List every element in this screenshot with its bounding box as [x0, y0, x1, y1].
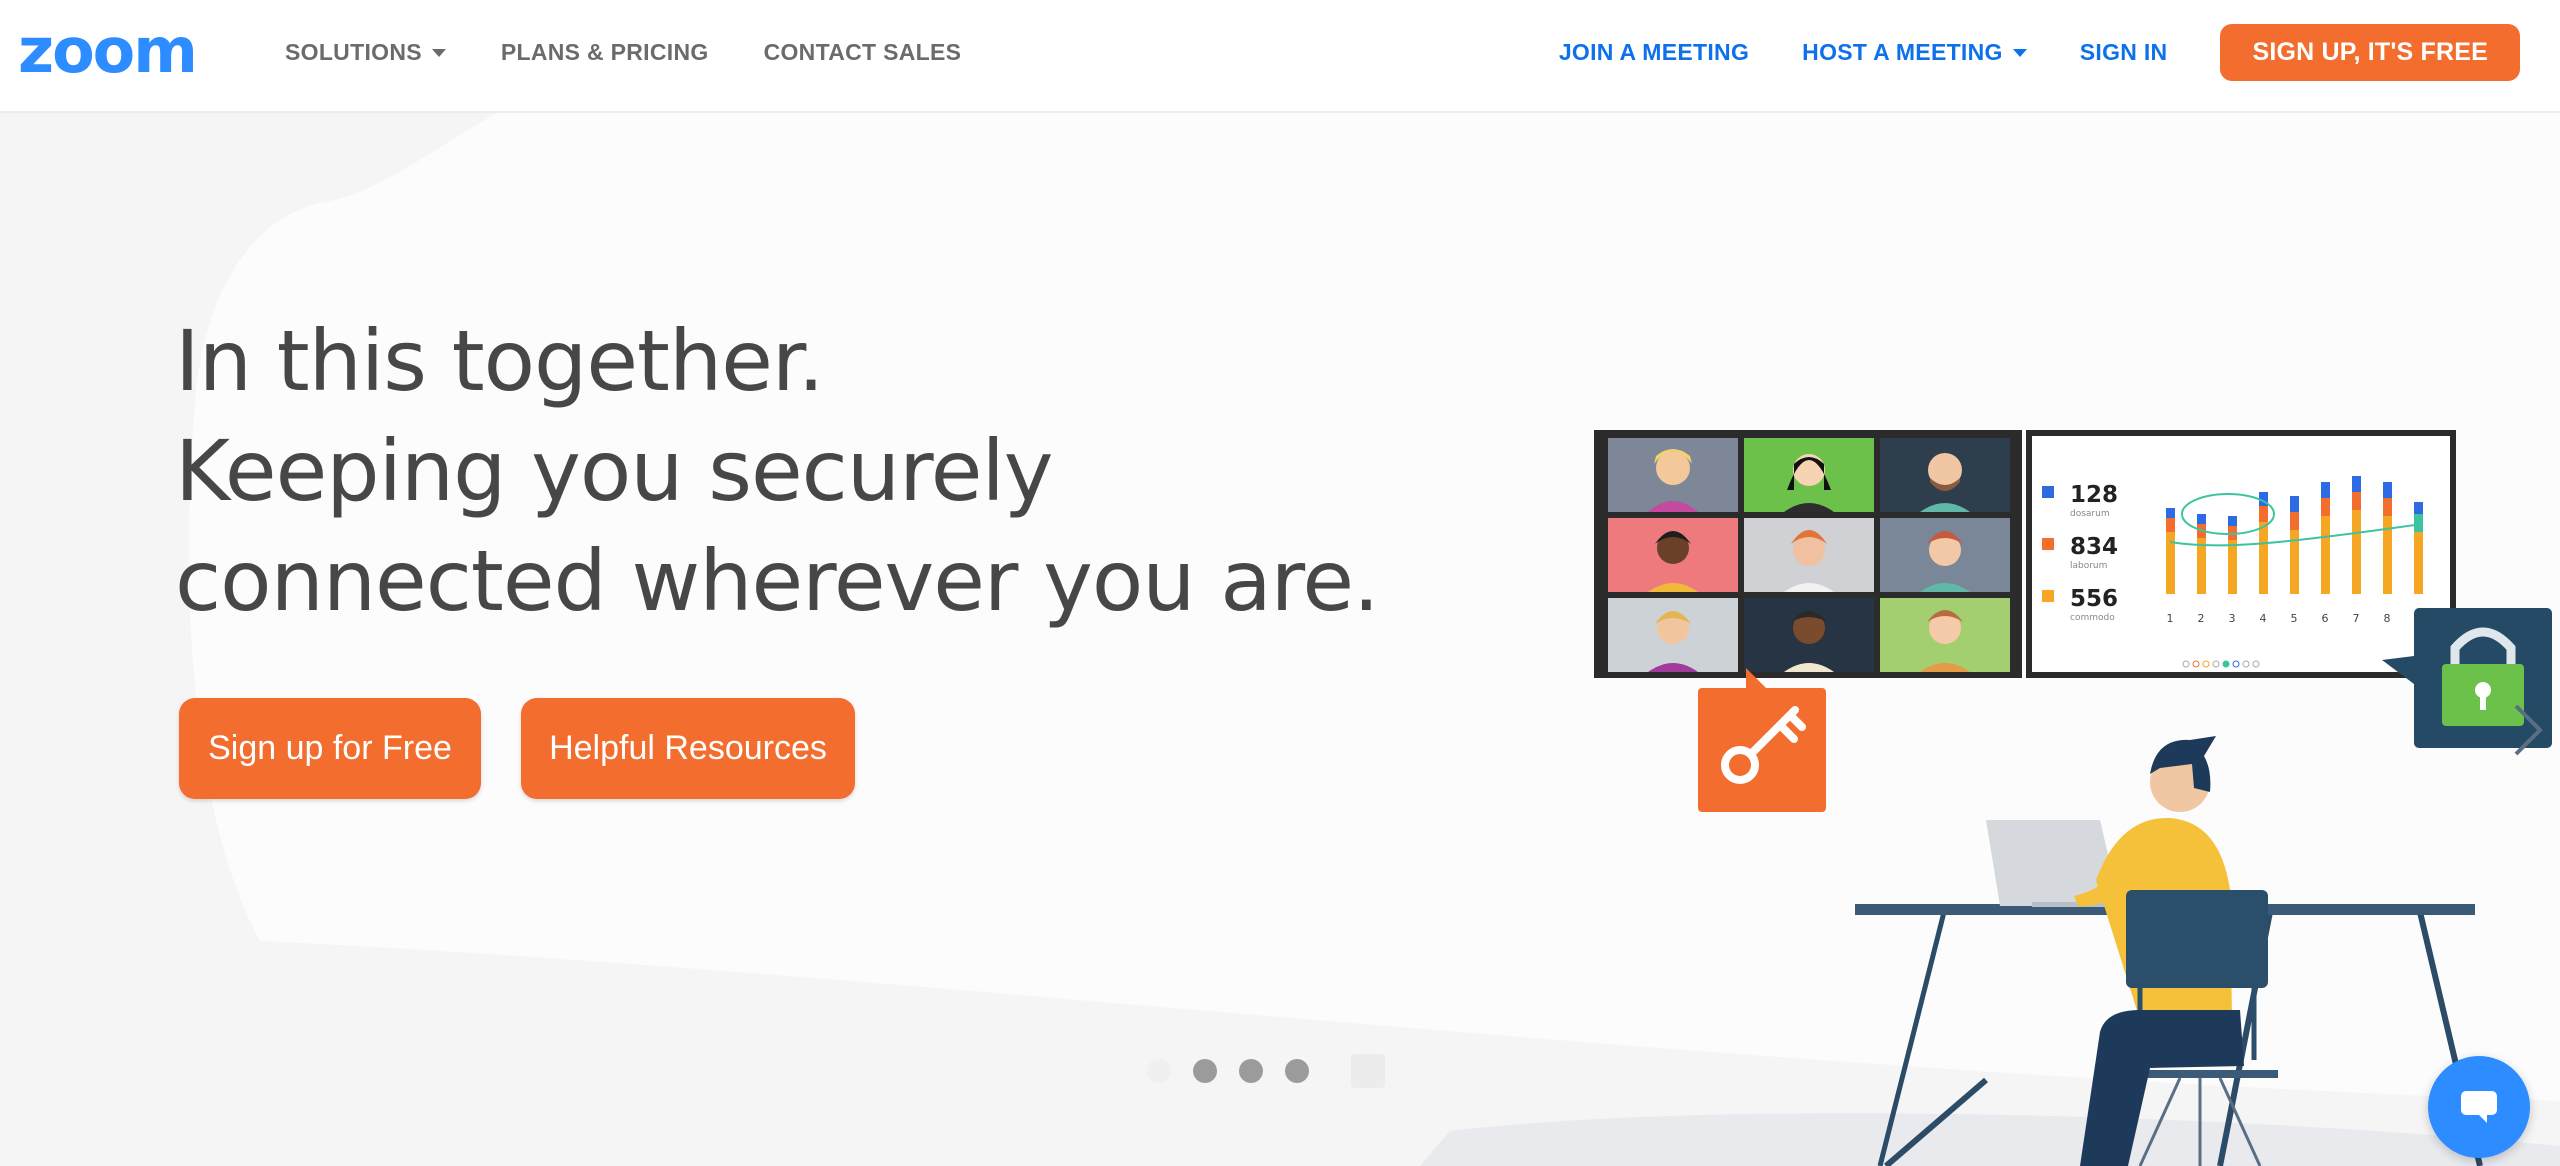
chart-x-label: 2: [2198, 612, 2205, 625]
top-nav-bar: zoom SOLUTIONS PLANS & PRICING CONTACT S…: [0, 0, 2560, 113]
account-nav: JOIN A MEETING HOST A MEETING SIGN IN SI…: [1559, 0, 2520, 104]
chart-x-label: 6: [2322, 612, 2329, 625]
carousel-dot[interactable]: [1239, 1059, 1263, 1083]
stat-label-1: dosarum: [2070, 509, 2110, 519]
stat-value-2: 834: [2070, 534, 2118, 560]
carousel-dots: [1147, 1054, 1385, 1088]
nav-sign-in-label: SIGN IN: [2079, 38, 2168, 65]
chart-x-label: 4: [2260, 612, 2267, 625]
zoom-logo[interactable]: zoom: [18, 24, 224, 80]
nav-host-meeting-label: HOST A MEETING: [1802, 38, 2003, 65]
chat-button[interactable]: [2428, 1056, 2530, 1158]
stat-value-3: 556: [2070, 586, 2118, 612]
logo-text: zoom: [18, 24, 196, 80]
signup-free-cta-label: Sign up for Free: [208, 729, 452, 767]
analytics-screen: 128 dosarum 834 laborum 556 commodo 1 2 …: [2026, 430, 2456, 678]
nav-join-meeting[interactable]: JOIN A MEETING: [1559, 39, 1749, 66]
chevron-down-icon: [2012, 49, 2027, 57]
video-grid-screen: [1594, 430, 2022, 678]
chart-x-label: 8: [2384, 612, 2391, 625]
chevron-down-icon: [431, 49, 446, 57]
nav-solutions[interactable]: SOLUTIONS: [285, 39, 446, 66]
signup-free-label: SIGN UP, IT'S FREE: [2252, 37, 2488, 66]
headline-line-1: In this together.: [175, 312, 824, 410]
chart-x-label: 5: [2291, 612, 2298, 625]
nav-sign-in[interactable]: SIGN IN: [2080, 39, 2168, 66]
helpful-resources-label: Helpful Resources: [549, 729, 827, 767]
chart-x-label: 1: [2167, 612, 2174, 625]
nav-plans-pricing[interactable]: PLANS & PRICING: [501, 39, 709, 66]
carousel-dot[interactable]: [1193, 1059, 1217, 1083]
headline-line-3: connected wherever you are.: [175, 532, 1380, 630]
stat-label-2: laborum: [2070, 561, 2107, 571]
carousel-dot[interactable]: [1285, 1059, 1309, 1083]
nav-contact-sales-label: CONTACT SALES: [763, 38, 962, 65]
person-at-desk: [1855, 736, 2483, 1166]
helpful-resources-button[interactable]: Helpful Resources: [521, 698, 855, 799]
headline-line-2: Keeping you securely: [175, 422, 1054, 520]
key-icon: [1698, 668, 1826, 812]
chevron-right-icon[interactable]: [2508, 700, 2548, 760]
nav-solutions-label: SOLUTIONS: [285, 38, 422, 65]
hero-headline: In this together. Keeping you securely c…: [175, 306, 1380, 636]
stat-value-1: 128: [2070, 482, 2118, 508]
carousel-dot[interactable]: [1147, 1059, 1171, 1083]
signup-free-cta-button[interactable]: Sign up for Free: [179, 698, 481, 799]
nav-plans-pricing-label: PLANS & PRICING: [500, 38, 709, 65]
nav-contact-sales[interactable]: CONTACT SALES: [764, 39, 962, 66]
signup-free-button[interactable]: SIGN UP, IT'S FREE: [2220, 23, 2520, 81]
nav-join-meeting-label: JOIN A MEETING: [1558, 38, 1750, 65]
primary-nav: SOLUTIONS PLANS & PRICING CONTACT SALES: [285, 0, 1016, 104]
chart-x-label: 3: [2229, 612, 2236, 625]
carousel-pause-button[interactable]: [1351, 1054, 1385, 1088]
chat-icon: [2461, 1091, 2497, 1123]
nav-host-meeting[interactable]: HOST A MEETING: [1802, 39, 2027, 66]
chart-x-label: 7: [2353, 612, 2360, 625]
hero-illustration: 128 dosarum 834 laborum 556 commodo 1 2 …: [1594, 430, 2552, 1166]
stat-label-3: commodo: [2070, 613, 2115, 623]
